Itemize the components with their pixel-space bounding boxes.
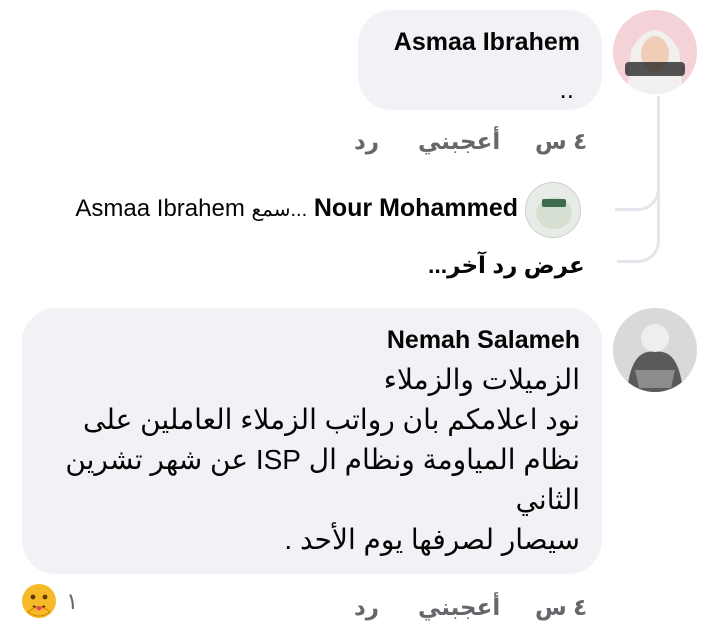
- avatar[interactable]: [525, 182, 581, 238]
- like-button[interactable]: أعجبني: [418, 128, 500, 155]
- comment-author[interactable]: Nemah Salameh: [387, 326, 580, 355]
- thread-line: [617, 150, 660, 263]
- reply-preview[interactable]: Asmaa Ibrahem سمع... Nour Mohammed: [44, 194, 518, 228]
- reply-button[interactable]: رد: [354, 594, 379, 621]
- comment-line: نظام المياومة ونظام ال ISP عن شهر تشرين: [65, 444, 580, 475]
- reply-button[interactable]: رد: [354, 128, 379, 155]
- view-more-replies[interactable]: عرض رد آخر...: [428, 252, 585, 279]
- comment-line: سيصار لصرفها يوم الأحد .: [284, 524, 580, 555]
- reaction-count: ١: [66, 588, 79, 614]
- reply-author: Nour Mohammed: [313, 194, 518, 222]
- comment-line: نود اعلامكم بان رواتب الزملاء العاملين ع…: [82, 404, 580, 435]
- comment-text: ..: [559, 74, 574, 104]
- like-button[interactable]: أعجبني: [418, 594, 500, 621]
- comment-line: الزميلات والزملاء: [383, 364, 580, 395]
- reaction-summary[interactable]: ١: [20, 582, 90, 620]
- avatar[interactable]: [613, 10, 697, 94]
- comment-time: ٤ س: [535, 128, 588, 154]
- comment-bubble[interactable]: Asmaa Ibrahem ..: [358, 10, 602, 110]
- comment-line: الثاني: [515, 484, 580, 515]
- comment-bubble[interactable]: Nemah Salameh الزميلات والزملاء نود اعلا…: [22, 308, 602, 574]
- comment-text: الزميلات والزملاء نود اعلامكم بان رواتب …: [40, 360, 580, 560]
- reply-snippet: سمع...: [251, 199, 308, 221]
- comment-author[interactable]: Asmaa Ibrahem: [394, 28, 580, 57]
- avatar[interactable]: [613, 308, 697, 392]
- comment-time: ٤ س: [535, 594, 588, 620]
- reply-mention: Asmaa Ibrahem: [75, 195, 245, 222]
- care-emoji-icon: [20, 582, 58, 625]
